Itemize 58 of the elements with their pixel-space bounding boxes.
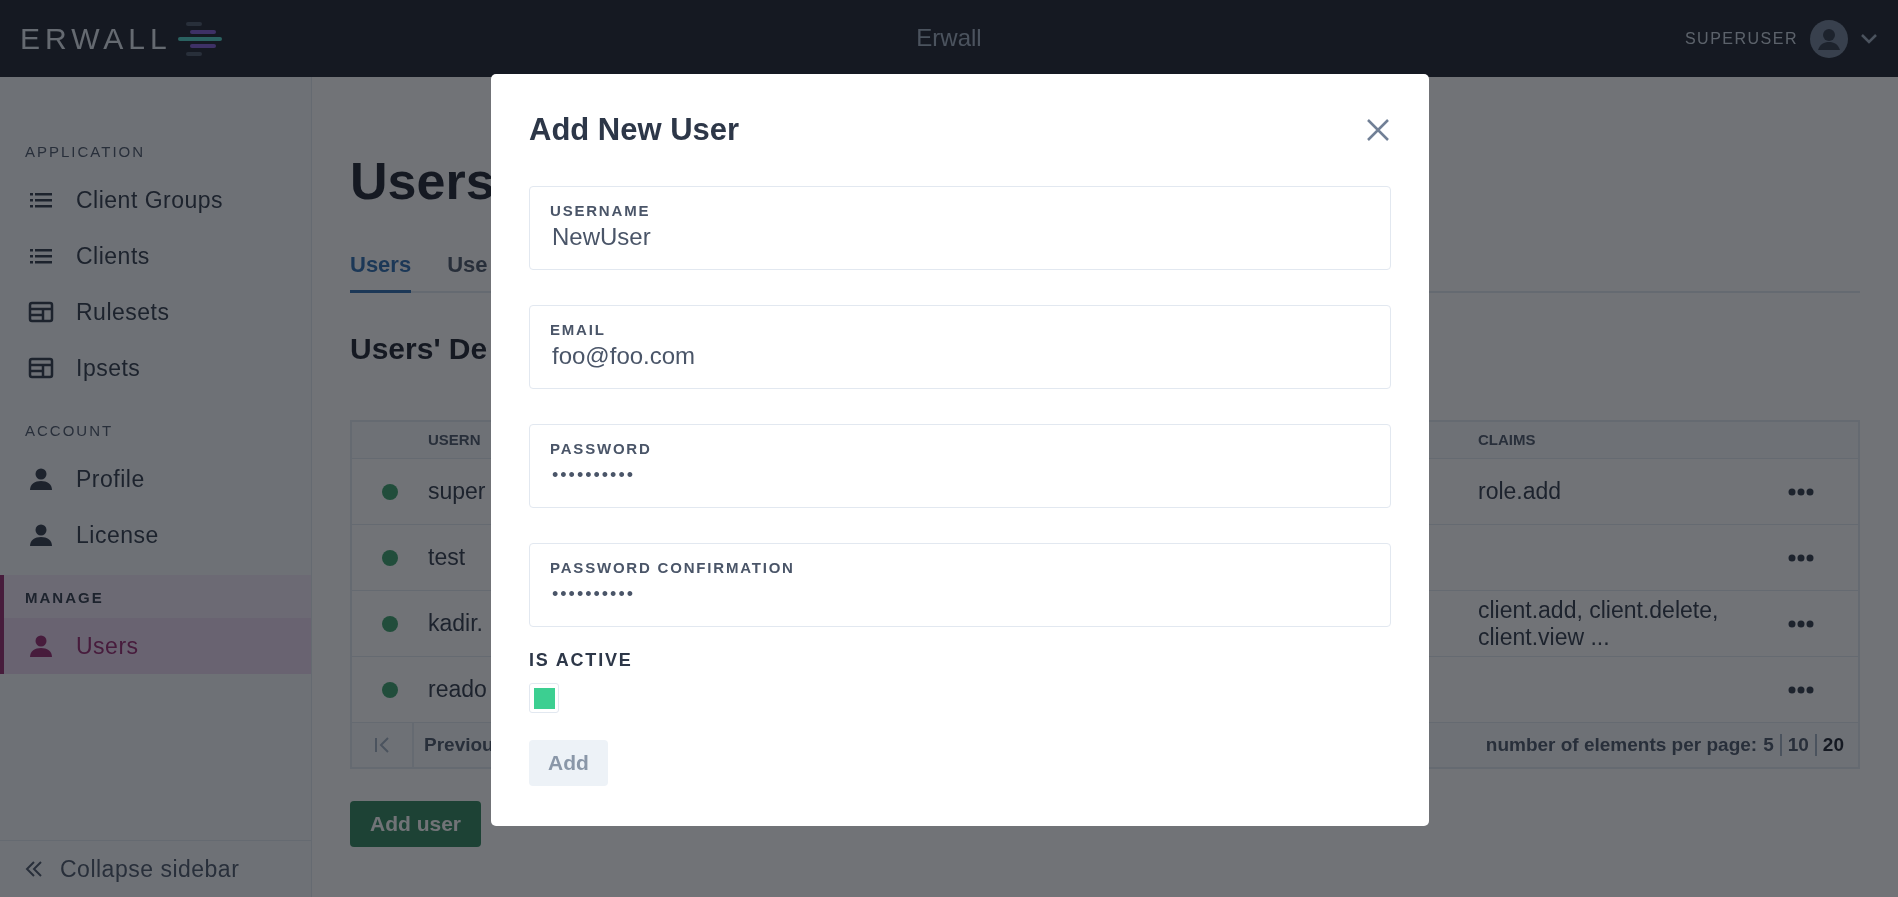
input-field[interactable]: USERNAME NewUser xyxy=(529,186,1391,270)
more-options-icon[interactable] xyxy=(1788,553,1814,562)
sidebar-section-title: ACCOUNT xyxy=(24,421,115,441)
tab[interactable]: Users xyxy=(350,252,412,293)
collapse-sidebar-button[interactable]: Collapse sidebar xyxy=(0,840,311,897)
sidebar-item[interactable]: Rulesets xyxy=(0,284,311,340)
checkbox-label: IS ACTIVE xyxy=(529,650,634,671)
password-input[interactable]: •••••••••• xyxy=(550,576,1374,605)
input-field[interactable]: EMAIL foo@foo.com xyxy=(529,305,1391,389)
sidebar-item[interactable]: Ipsets xyxy=(0,340,311,396)
sidebar-section-title: APPLICATION xyxy=(24,142,147,162)
column-header: USERN xyxy=(428,431,481,448)
field-label: PASSWORD CONFIRMATION xyxy=(550,559,796,576)
more-options-icon[interactable] xyxy=(1788,685,1814,694)
person-icon xyxy=(28,633,54,659)
sidebar-item[interactable]: Profile xyxy=(0,451,311,507)
is-active-checkbox[interactable] xyxy=(529,683,559,713)
more-options-icon[interactable] xyxy=(1788,619,1814,628)
sidebar-item[interactable]: License xyxy=(0,507,311,563)
table-icon xyxy=(28,299,54,325)
sidebar-section-title: MANAGE xyxy=(24,588,105,608)
table-cell: reado xyxy=(428,676,487,702)
table-cell: client.add, client.delete, client.view ... xyxy=(1478,596,1719,650)
page-title: Users xyxy=(350,151,495,211)
page-size-option[interactable]: 10 xyxy=(1787,734,1809,756)
dialog-title: Add New User xyxy=(529,112,740,148)
sidebar-item[interactable]: Client Groups xyxy=(0,172,311,228)
first-page-icon xyxy=(373,736,391,754)
logo-text: ERWALL xyxy=(20,21,172,56)
field-label: USERNAME xyxy=(550,202,652,219)
column-header: CLAIMS xyxy=(1478,431,1536,448)
user-name[interactable]: SUPERUSER xyxy=(1684,29,1798,48)
text-input[interactable]: NewUser xyxy=(550,219,1374,251)
table-cell: super xyxy=(428,478,486,504)
password-input[interactable]: •••••••••• xyxy=(550,457,1374,486)
app-title: Erwall xyxy=(916,24,982,52)
field-label: EMAIL xyxy=(550,321,607,338)
text-input[interactable]: foo@foo.com xyxy=(550,338,1374,370)
field-label: PASSWORD xyxy=(550,440,653,457)
person-icon xyxy=(28,466,54,492)
table-icon xyxy=(28,355,54,381)
chevron-down-icon[interactable] xyxy=(1860,32,1878,45)
table-cell: test xyxy=(428,544,466,570)
sidebar-item[interactable]: Clients xyxy=(0,228,311,284)
table-cell: kadir. xyxy=(428,610,483,636)
per-page-label: number of elements per page: xyxy=(1485,734,1758,756)
password-field[interactable]: PASSWORD •••••••••• xyxy=(529,424,1391,508)
password-field[interactable]: PASSWORD CONFIRMATION •••••••••• xyxy=(529,543,1391,627)
section-heading: Users' De xyxy=(350,332,488,366)
page-size-option[interactable]: 5 xyxy=(1763,734,1774,756)
add-user-button[interactable]: Add user xyxy=(350,801,481,847)
tab[interactable]: Use xyxy=(447,252,488,293)
sidebar-item[interactable]: Users xyxy=(4,618,311,674)
page-size-option[interactable]: 20 xyxy=(1822,734,1844,756)
more-options-icon[interactable] xyxy=(1788,487,1814,496)
table-cell: role.add xyxy=(1478,478,1562,504)
person-icon xyxy=(28,522,54,548)
double-chevron-left-icon xyxy=(24,859,44,879)
